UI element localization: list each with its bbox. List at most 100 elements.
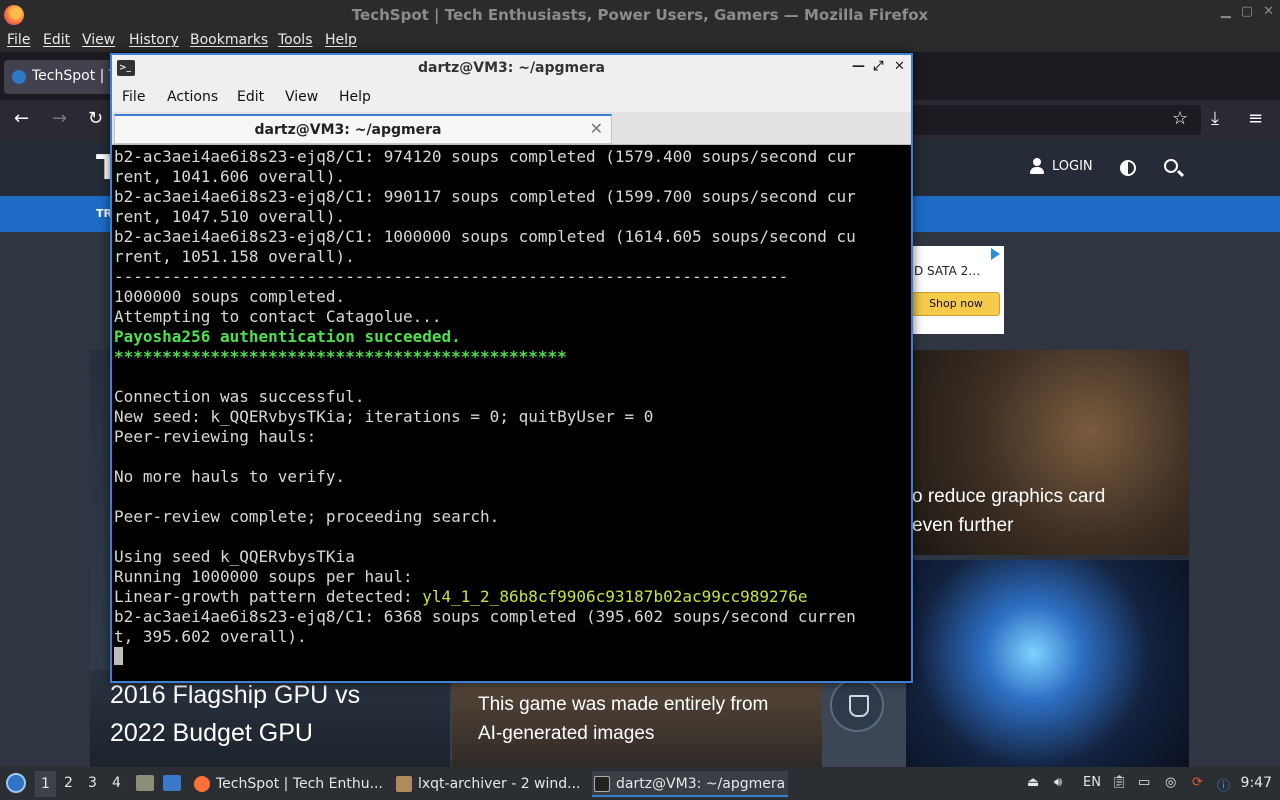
maximize-icon[interactable]: ⤢ (873, 59, 883, 74)
terminal-line-text: New seed: k_QQERvbysTKia; iterations = 0… (114, 407, 654, 426)
taskbar-item-firefox[interactable]: TechSpot | Tech Enthu... (192, 771, 388, 797)
terminal-line-text: Peer-reviewing hauls: (114, 427, 317, 446)
close-icon[interactable]: ✕ (894, 59, 905, 74)
shop-now-button[interactable]: Shop now (912, 292, 1000, 316)
firefox-window-controls: ▁ ▢ ✕ (1221, 4, 1274, 19)
terminal-line-text: b2-ac3aei4ae6i8s23-ejq8/C1: 6368 soups c… (114, 607, 856, 626)
techspot-favicon-icon (12, 70, 26, 84)
volume-icon[interactable]: 🔊︎ (1054, 775, 1062, 790)
terminal-cursor (114, 647, 123, 665)
terminal-line: rrent, 1051.158 overall). (114, 247, 909, 267)
terminal-line: t, 395.602 overall). (114, 627, 909, 647)
show-desktop-icon[interactable] (163, 775, 181, 791)
reload-icon[interactable]: ↻ (88, 108, 103, 129)
menu-edit[interactable]: Edit (43, 32, 70, 48)
contrast-toggle-icon[interactable] (1120, 160, 1136, 176)
terminal-line: Linear-growth pattern detected: yl4_1_2_… (114, 587, 909, 607)
firefox-window-title: TechSpot | Tech Enthusiasts, Power Users… (351, 6, 929, 24)
close-icon[interactable]: ✕ (1263, 4, 1274, 19)
terminal-line: b2-ac3aei4ae6i8s23-ejq8/C1: 1000000 soup… (114, 227, 909, 247)
article-card-flagship[interactable]: 2016 Flagship GPU vs 2022 Budget GPU (90, 670, 450, 767)
shield-badge-icon (830, 678, 884, 732)
terminal-line-text: Connection was successful. (114, 387, 365, 406)
terminal-line-text: Payosha256 authentication succeeded. (114, 327, 461, 346)
article-card-ai-game[interactable]: This game was made entirely from AI-gene… (452, 670, 822, 767)
terminal-line: b2-ac3aei4ae6i8s23-ejq8/C1: 6368 soups c… (114, 607, 909, 627)
menu-bookmarks[interactable]: Bookmarks (190, 32, 268, 48)
terminal-line-text: 1000000 soups completed. (114, 287, 346, 306)
menu-tools[interactable]: Tools (278, 32, 313, 48)
article-title: o reduce graphics card even further (912, 486, 1106, 536)
close-tab-icon[interactable]: ✕ (590, 119, 603, 138)
ad-choices-icon[interactable] (991, 248, 1000, 260)
terminal-output[interactable]: b2-ac3aei4ae6i8s23-ejq8/C1: 974120 soups… (114, 147, 909, 681)
terminal-menu-edit[interactable]: Edit (237, 89, 264, 105)
terminal-line-text: ----------------------------------------… (114, 267, 789, 286)
terminal-line-text: b2-ac3aei4ae6i8s23-ejq8/C1: 1000000 soup… (114, 227, 856, 246)
terminal-line: Running 1000000 soups per haul: (114, 567, 909, 587)
terminal-titlebar[interactable]: >_ dartz@VM3: ~/apgmera — ⤢ ✕ (112, 55, 911, 82)
app-menu-icon[interactable]: ≡ (1248, 108, 1263, 129)
article-title: This game was made entirely from AI-gene… (478, 694, 769, 744)
terminal-line-text: ****************************************… (114, 347, 567, 366)
start-menu-icon[interactable] (6, 773, 26, 793)
info-icon[interactable]: ⓘ (1217, 775, 1230, 794)
url-bar[interactable] (905, 105, 1201, 135)
clock[interactable]: 9:47 (1241, 775, 1272, 791)
terminal-line: Payosha256 authentication succeeded. (114, 327, 909, 347)
terminal-tab-title: dartz@VM3: ~/apgmera (254, 122, 442, 138)
article-card-gpu[interactable]: o reduce graphics card even further (906, 350, 1189, 555)
desktop-switch-3[interactable]: 3 (88, 775, 97, 791)
terminal-menu-view[interactable]: View (285, 89, 318, 105)
maximize-icon[interactable]: ▢ (1241, 4, 1253, 19)
forward-icon[interactable]: → (52, 108, 67, 129)
desktop-switch-2[interactable]: 2 (64, 775, 73, 791)
tray-notification-icon[interactable]: ⏏ (1027, 775, 1039, 790)
taskbar-item-terminal[interactable]: dartz@VM3: ~/apgmera (592, 771, 788, 797)
browser-tab-label: TechSpot | T (32, 68, 118, 84)
terminal-line-text: Using seed k_QQERvbysTKia (114, 547, 355, 566)
minimize-icon[interactable]: — (852, 59, 865, 74)
menu-file[interactable]: File (7, 32, 30, 48)
terminal-menu-actions[interactable]: Actions (167, 89, 218, 105)
user-icon (1030, 158, 1044, 174)
taskbar-item-archiver[interactable]: lxqt-archiver - 2 wind... (394, 771, 584, 797)
keyboard-layout-indicator[interactable]: EN (1083, 775, 1101, 790)
bookmark-star-icon[interactable]: ☆ (1172, 108, 1188, 129)
clipboard-icon[interactable]: 📋︎ (1111, 775, 1128, 790)
terminal-menu-help[interactable]: Help (339, 89, 371, 105)
update-icon[interactable]: ⟳ (1192, 775, 1203, 790)
menu-help[interactable]: Help (325, 32, 357, 48)
menu-view[interactable]: View (82, 32, 115, 48)
terminal-line: New seed: k_QQERvbysTKia; iterations = 0… (114, 407, 909, 427)
article-card-thumbnail[interactable] (822, 670, 906, 767)
terminal-line: Attempting to contact Catagolue... (114, 307, 909, 327)
terminal-line-text: rrent, 1051.158 overall). (114, 247, 355, 266)
menu-history[interactable]: History (129, 32, 179, 48)
terminal-line: b2-ac3aei4ae6i8s23-ejq8/C1: 990117 soups… (114, 187, 909, 207)
desktop-switch-4[interactable]: 4 (112, 775, 121, 791)
login-button[interactable]: LOGIN (1030, 158, 1093, 174)
browser-tab[interactable]: TechSpot | T (4, 60, 124, 94)
login-label: LOGIN (1052, 158, 1093, 174)
network-icon[interactable]: ◎ (1165, 775, 1176, 790)
article-card-pc-case[interactable] (906, 560, 1189, 767)
file-manager-icon[interactable] (136, 775, 154, 791)
display-icon[interactable]: ▭ (1138, 775, 1150, 790)
pattern-id: yl4_1_2_86b8cf9906c93187b02ac99cc989276e (422, 587, 808, 606)
minimize-icon[interactable]: ▁ (1221, 4, 1231, 19)
terminal-line-text: Running 1000000 soups per haul: (114, 567, 413, 586)
advertisement[interactable]: D SATA 2… Shop now (900, 246, 1004, 334)
terminal-line: No more hauls to verify. (114, 467, 909, 487)
terminal-menu-file[interactable]: File (122, 89, 145, 105)
search-icon[interactable] (1164, 159, 1178, 173)
archiver-icon (396, 776, 412, 792)
terminal-tab[interactable]: dartz@VM3: ~/apgmera ✕ (114, 114, 612, 144)
terminal-prompt-line (114, 647, 909, 667)
back-icon[interactable]: ← (14, 108, 29, 129)
downloads-icon[interactable]: ⤓ (1211, 108, 1219, 129)
terminal-window[interactable]: >_ dartz@VM3: ~/apgmera — ⤢ ✕ File Actio… (110, 53, 913, 683)
ad-text: D SATA 2… (914, 264, 981, 278)
desktop-switch-1[interactable]: 1 (35, 771, 56, 797)
